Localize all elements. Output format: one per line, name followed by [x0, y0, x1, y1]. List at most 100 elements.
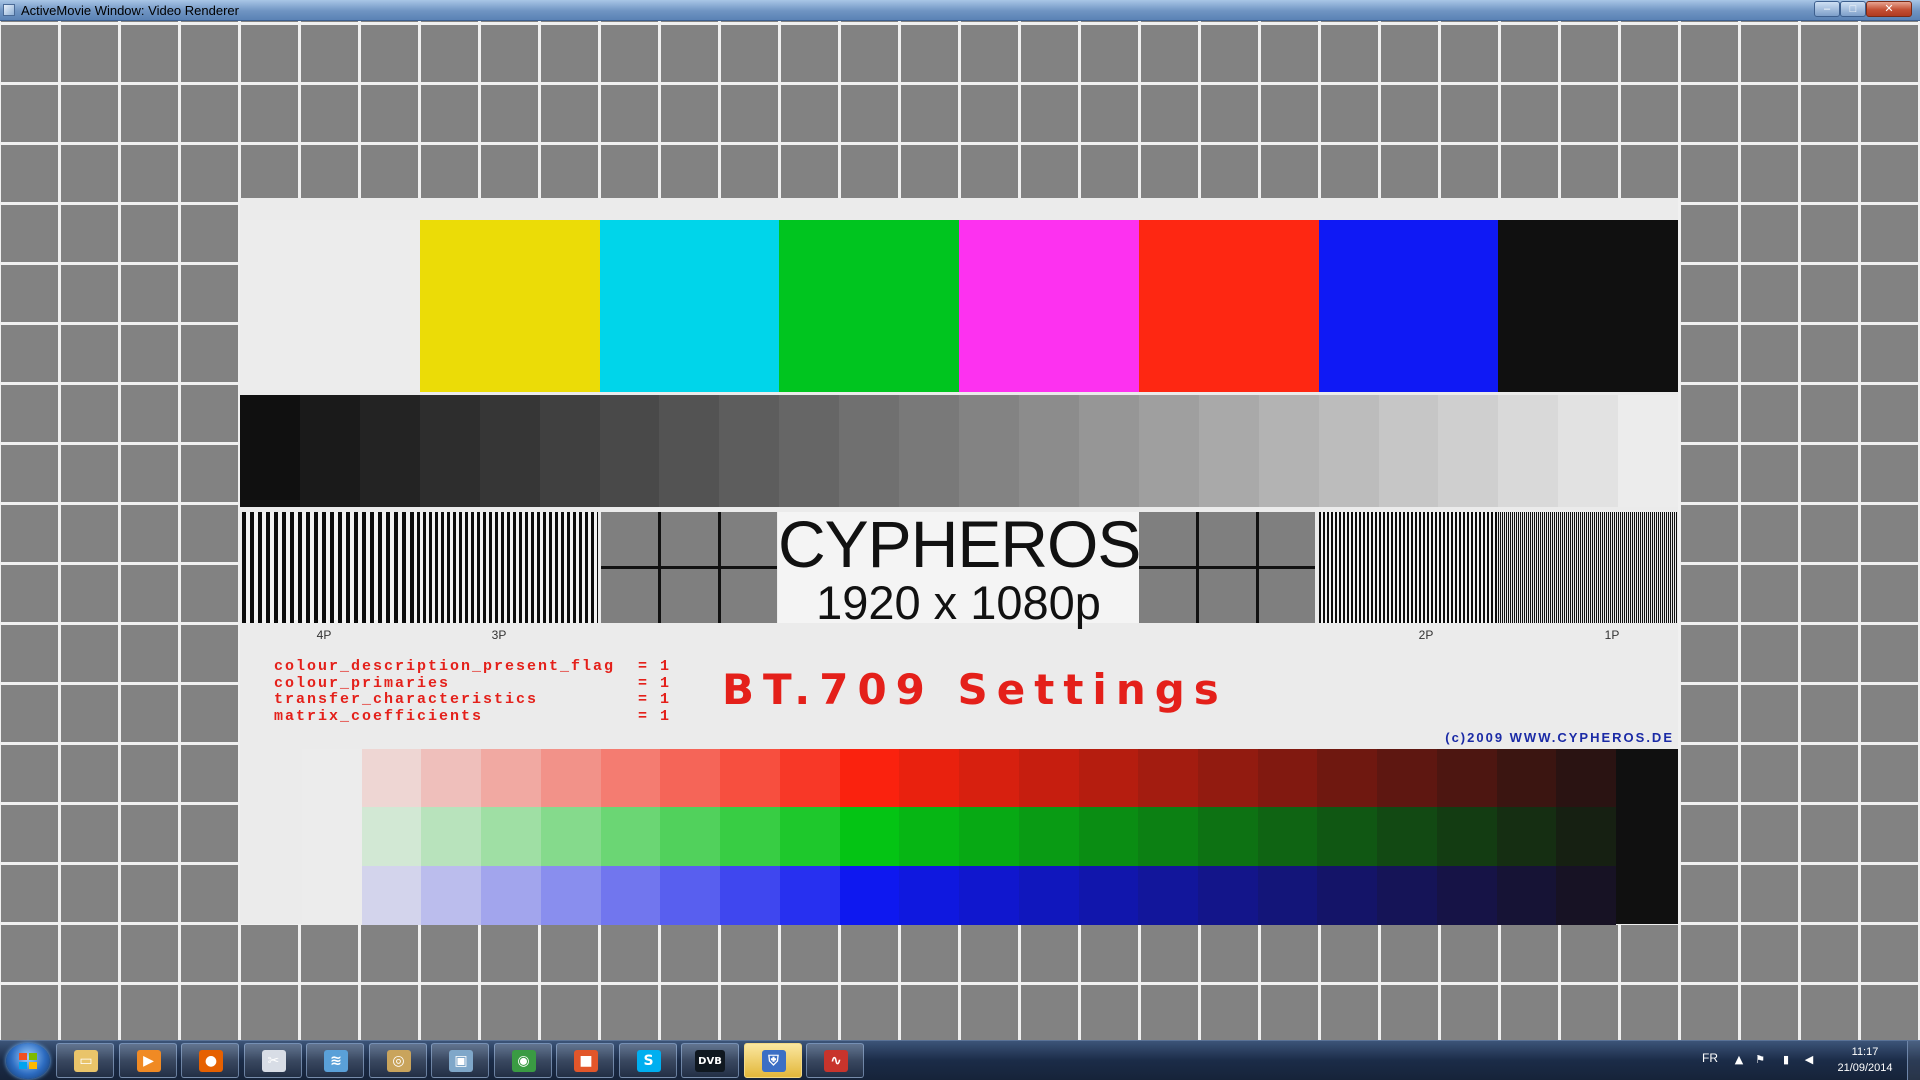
clock-date[interactable]: 21/09/2014	[1830, 1061, 1900, 1076]
taskbar-button-chrome[interactable]: ◉	[493, 1043, 552, 1078]
stripe-label-2p: 2P	[1418, 628, 1434, 642]
green-ramp-step	[1257, 807, 1318, 866]
taskbar-button-window-app[interactable]: ▣	[431, 1043, 489, 1078]
green-ramp-step	[361, 807, 422, 866]
red-ramp-step	[1257, 749, 1318, 808]
windows-logo-icon	[19, 1053, 37, 1069]
gray-step	[1618, 395, 1679, 507]
red-ramp-step	[899, 749, 960, 808]
gray-step	[359, 395, 420, 507]
stripes-2p	[1319, 512, 1497, 623]
setting-row: matrix_coefficients = 1	[274, 707, 674, 726]
settings-list: colour_description_present_flag = 1 colo…	[274, 658, 674, 726]
color-bar	[419, 220, 600, 392]
gray-ramp	[240, 395, 1679, 507]
red-ramp-step	[1496, 749, 1557, 808]
dvb-app-icon: DVB	[695, 1050, 725, 1072]
monitor-graph-icon: ∿	[824, 1050, 848, 1072]
maximize-button[interactable]: □	[1840, 1, 1866, 17]
red-ramp-step	[660, 749, 721, 808]
taskbar-button-office[interactable]: ■	[556, 1043, 614, 1078]
taskbar-button-file-explorer[interactable]: ▭	[56, 1043, 114, 1078]
copyright-text: (c)2009 WWW.CYPHEROS.DE	[1445, 730, 1674, 745]
gray-step	[1018, 395, 1079, 507]
globe-app-icon: ◎	[386, 1050, 411, 1072]
color-bar	[1138, 220, 1319, 392]
blue-ramp-step	[361, 866, 422, 925]
taskbar-button-skype[interactable]: S	[618, 1043, 677, 1078]
window-app-icon: ▣	[449, 1050, 473, 1072]
bt709-heading: BT.709 Settings	[722, 665, 1228, 714]
red-ramp-step	[1317, 749, 1378, 808]
color-bar	[959, 220, 1139, 392]
security-shield-icon: ⛨	[761, 1050, 786, 1072]
green-ramp-step	[1138, 807, 1199, 866]
resolution-pattern-row: CYPHEROS 1920 x 1080p	[240, 508, 1678, 628]
gray-step	[599, 395, 660, 507]
taskbar-button-globe-app[interactable]: ◎	[368, 1043, 427, 1078]
flag-icon[interactable]: ⚑	[1753, 1053, 1767, 1067]
taskbar: ▭ ▶ ● ✂ ≋ ◎ ▣ ◉ ■ S DVB ⛨ ∿ FR ▲ ⚑ ▮ ◀ 11:17 21/09/2…	[0, 1040, 1920, 1080]
setting-key: colour_description_present_flag	[274, 658, 616, 675]
blue-ramp-step	[1317, 866, 1378, 925]
green-ramp-step	[1198, 807, 1258, 866]
taskbar-button-media-player[interactable]: ▶	[118, 1043, 177, 1078]
green-ramp-step	[720, 807, 780, 866]
screenshot-tool-icon: ✂	[261, 1050, 286, 1072]
clock-time[interactable]: 11:17	[1830, 1045, 1900, 1060]
show-hidden-icons-icon[interactable]: ▲	[1732, 1053, 1746, 1067]
setting-row: colour_primaries = 1	[274, 674, 674, 693]
red-ramp-step	[779, 749, 840, 808]
taskbar-button-security-shield[interactable]: ⛨	[743, 1043, 802, 1078]
green-ramp-step	[481, 807, 541, 866]
blue-ramp-step	[302, 866, 362, 925]
blue-ramp-step	[839, 866, 900, 925]
setting-row: transfer_characteristics = 1	[274, 691, 674, 709]
red-ramp	[302, 749, 1617, 808]
minimize-button[interactable]: –	[1814, 1, 1840, 17]
gray-step	[1318, 395, 1379, 507]
taskbar-button-network-app[interactable]: ≋	[306, 1043, 364, 1078]
taskbar-button-dvb-app[interactable]: DVB	[681, 1043, 739, 1078]
green-ramp-step	[600, 807, 661, 866]
gray-step	[719, 395, 780, 507]
green-ramp-step	[540, 807, 601, 866]
setting-value: = 1	[638, 707, 672, 725]
app-icon	[3, 4, 15, 16]
taskbar-button-screenshot-tool[interactable]: ✂	[243, 1043, 302, 1078]
red-ramp-step	[1198, 749, 1258, 808]
setting-value: = 1	[638, 658, 672, 675]
red-ramp-step	[839, 749, 900, 808]
blue-ramp-step	[1377, 866, 1437, 925]
blue-ramp-step	[1496, 866, 1557, 925]
color-bar	[240, 220, 420, 392]
setting-value: = 1	[638, 674, 672, 692]
setting-row: colour_description_present_flag = 1	[274, 658, 674, 676]
green-ramp-step	[779, 807, 840, 866]
green-ramp-step	[839, 807, 900, 866]
title-bar[interactable]: ActiveMovie Window: Video Renderer – □ ✕	[0, 0, 1920, 21]
show-desktop-button[interactable]	[1907, 1041, 1920, 1080]
taskbar-button-firefox[interactable]: ●	[181, 1043, 239, 1078]
language-indicator[interactable]: FR	[1702, 1051, 1718, 1065]
setting-value: = 1	[638, 691, 672, 708]
stripes-1p	[1498, 512, 1678, 623]
firefox-icon: ●	[199, 1050, 223, 1072]
volume-icon[interactable]: ◀	[1802, 1053, 1816, 1067]
chrome-icon: ◉	[511, 1050, 536, 1072]
network-app-icon: ≋	[324, 1050, 348, 1072]
blue-ramp-step	[959, 866, 1019, 925]
red-ramp-step	[1018, 749, 1079, 808]
crosshatch-right	[1139, 512, 1315, 623]
gray-step	[299, 395, 360, 507]
taskbar-button-monitor-graph[interactable]: ∿	[806, 1043, 864, 1078]
office-icon: ■	[574, 1050, 598, 1072]
red-ramp-step	[1436, 749, 1497, 808]
stripes-3p	[417, 512, 598, 623]
network-signal-icon[interactable]: ▮	[1779, 1053, 1793, 1067]
gray-step	[1138, 395, 1199, 507]
close-button[interactable]: ✕	[1866, 1, 1912, 17]
stripes-4p	[242, 512, 417, 623]
gray-step	[479, 395, 540, 507]
start-button[interactable]	[6, 1043, 50, 1079]
